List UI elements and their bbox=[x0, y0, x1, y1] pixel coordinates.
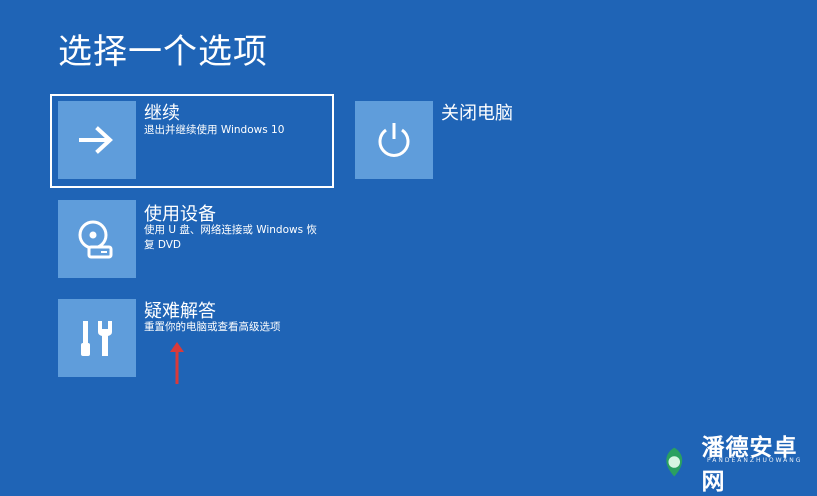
watermark-subtext: PANDEANZHUOWANG bbox=[707, 457, 802, 464]
page-title: 选择一个选项 bbox=[58, 24, 268, 73]
option-shutdown-tile bbox=[355, 101, 433, 179]
option-use-device-desc: 使用 U 盘、网络连接或 Windows 恢复 DVD bbox=[144, 223, 326, 253]
option-continue-tile bbox=[58, 101, 136, 179]
tools-icon bbox=[75, 315, 119, 361]
watermark-logo-icon bbox=[655, 444, 694, 480]
option-troubleshoot-tile bbox=[58, 299, 136, 377]
option-continue-title: 继续 bbox=[144, 99, 180, 125]
annotation-arrow-icon bbox=[167, 340, 187, 386]
option-troubleshoot[interactable]: 疑难解答 重置你的电脑或查看高级选项 bbox=[58, 299, 328, 379]
option-continue-desc: 退出并继续使用 Windows 10 bbox=[144, 123, 326, 138]
option-use-device[interactable]: 使用设备 使用 U 盘、网络连接或 Windows 恢复 DVD bbox=[58, 200, 328, 280]
power-icon bbox=[374, 120, 414, 160]
option-shutdown-title: 关闭电脑 bbox=[441, 99, 513, 125]
option-troubleshoot-desc: 重置你的电脑或查看高级选项 bbox=[144, 320, 326, 335]
option-use-device-tile bbox=[58, 200, 136, 278]
disc-drive-icon bbox=[75, 217, 119, 261]
option-shutdown[interactable]: 关闭电脑 bbox=[355, 101, 555, 181]
option-continue[interactable]: 继续 退出并继续使用 Windows 10 bbox=[58, 101, 328, 181]
arrow-right-icon bbox=[77, 124, 117, 156]
